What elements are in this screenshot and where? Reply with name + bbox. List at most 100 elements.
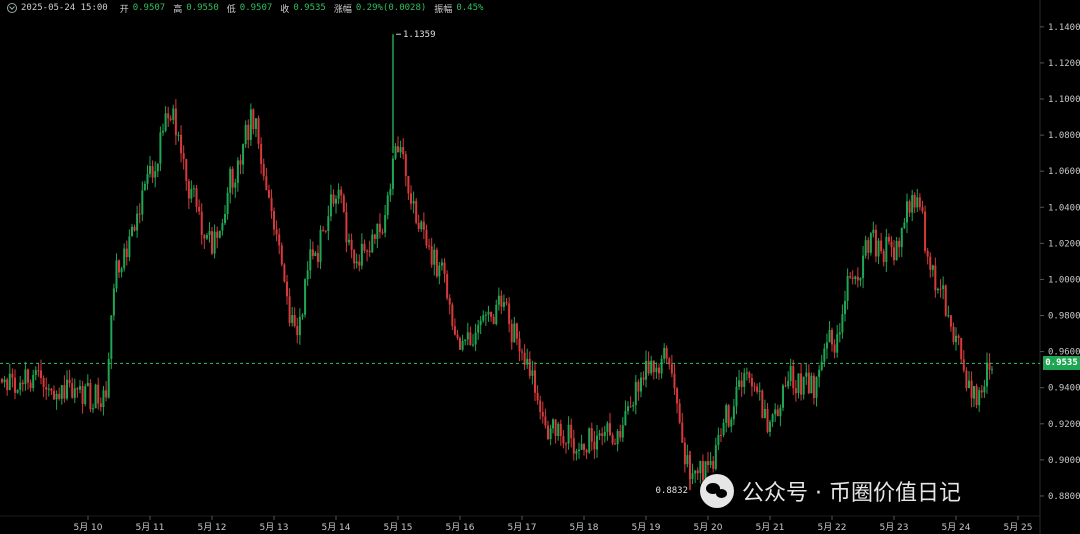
candle-body (784, 385, 787, 387)
candle-body (911, 195, 914, 213)
candle-body (756, 386, 759, 392)
candle-body (867, 240, 870, 253)
candle-body (549, 428, 552, 440)
candle-body (645, 360, 647, 380)
candle-body (53, 390, 55, 400)
candle-body (226, 192, 229, 215)
candle-body (720, 434, 722, 436)
candle-body (730, 419, 733, 427)
x-tick-label: 5月 13 (259, 522, 288, 533)
candle-body (234, 182, 237, 188)
candle-body (983, 386, 986, 393)
candle-body (79, 386, 81, 390)
candle-body (789, 365, 792, 382)
candle-body (218, 230, 221, 238)
candle-body (637, 381, 640, 392)
y-tick-label: 0.9200 (1048, 420, 1080, 430)
candle-body (611, 435, 614, 444)
candle-body (143, 183, 146, 191)
candle-body (8, 373, 11, 391)
candle-body (399, 147, 402, 153)
candle-body (624, 411, 627, 426)
candle-body (916, 197, 919, 208)
y-tick-label: 1.0800 (1048, 131, 1080, 141)
candle-body (673, 373, 676, 389)
candle-body (619, 431, 622, 438)
candle-body (614, 443, 616, 445)
candle-body (92, 408, 94, 410)
candle-body (913, 195, 916, 208)
candle-body (547, 425, 549, 440)
candle-body (934, 265, 937, 291)
y-tick-label: 1.0400 (1048, 203, 1080, 213)
candle-body (162, 130, 164, 133)
candlestick-chart[interactable]: 0.88000.90000.92000.94000.96000.98001.00… (0, 0, 1080, 534)
candle-body (73, 388, 76, 398)
candle-body (386, 195, 389, 216)
candle-body (738, 380, 741, 387)
candle-body (794, 388, 797, 394)
candle-body (944, 285, 947, 316)
candle-body (216, 231, 219, 238)
candle-body (665, 347, 668, 359)
candle-body (306, 270, 309, 280)
candle-body (133, 226, 136, 231)
candle-body (348, 239, 350, 243)
y-tick-label: 1.0000 (1048, 275, 1080, 285)
candle-body (384, 215, 387, 233)
candle-body (301, 314, 304, 317)
candle-body (743, 373, 746, 387)
candle-body (286, 281, 288, 297)
x-tick-label: 5月 18 (569, 522, 598, 533)
candle-body (32, 375, 35, 389)
candle-body (192, 188, 195, 190)
candle-body (459, 337, 461, 350)
candle-body (825, 342, 828, 349)
candle-body (831, 329, 833, 345)
candle-body (885, 236, 888, 263)
candle-body (924, 211, 927, 251)
candle-body (55, 393, 58, 400)
candle-body (169, 118, 172, 120)
candle-body (748, 372, 751, 378)
candle-body (50, 388, 53, 391)
candle-body (856, 276, 859, 281)
candle-body (200, 211, 203, 235)
candle-body (495, 304, 498, 324)
candle-body (407, 176, 410, 194)
candle-body (21, 382, 24, 385)
y-tick-label: 0.9800 (1048, 312, 1080, 322)
candle-body (136, 213, 139, 231)
candle-body (182, 153, 185, 160)
x-tick-label: 5月 20 (693, 522, 722, 533)
candle-body (221, 223, 224, 231)
candle-body (291, 315, 294, 323)
candle-body (118, 260, 120, 273)
candle-body (34, 370, 37, 376)
candle-body (484, 314, 487, 316)
candle-body (412, 200, 415, 204)
x-tick-label: 5月 15 (383, 522, 412, 533)
candle-body (782, 385, 784, 408)
candle-body (363, 243, 366, 251)
candle-body (368, 250, 371, 253)
candle-body (311, 249, 314, 256)
candle-body (304, 279, 307, 315)
candle-body (14, 377, 16, 393)
candle-body (373, 234, 376, 239)
candle-body (590, 428, 593, 442)
candle-body (177, 134, 180, 136)
chart-grid (0, 0, 1041, 534)
candle-body (195, 188, 198, 207)
candle-body (469, 332, 472, 346)
candle-body (805, 372, 808, 377)
candle-body (962, 359, 965, 371)
current-price-tag: 0.9535 (1043, 356, 1080, 371)
candle-body (603, 431, 606, 436)
y-tick-label: 0.9000 (1048, 456, 1080, 466)
candle-body (588, 428, 591, 453)
candle-body (740, 380, 743, 387)
candle-body (316, 252, 319, 263)
candle-body (779, 407, 782, 417)
candle-body (583, 443, 585, 450)
